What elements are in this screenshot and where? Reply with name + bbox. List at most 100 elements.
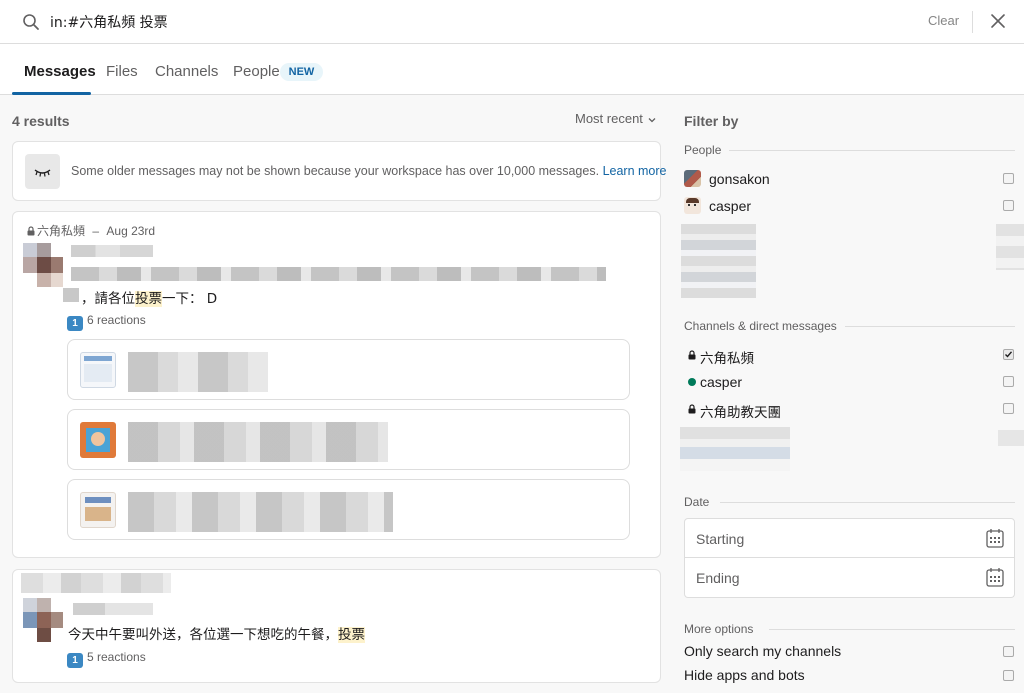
clear-button[interactable]: Clear <box>928 13 959 28</box>
attachment-thumbnail <box>80 422 116 458</box>
channels-section-label: Channels & direct messages <box>684 319 837 333</box>
attachment-card[interactable] <box>67 479 630 540</box>
divider <box>769 629 1015 630</box>
active-tab-indicator <box>12 92 91 95</box>
calendar-icon <box>986 568 1004 587</box>
divider <box>972 11 973 33</box>
date-end-label: Ending <box>696 570 740 586</box>
date-section-label: Date <box>684 495 710 509</box>
redacted-channels <box>998 430 1024 446</box>
redacted-people <box>681 224 756 298</box>
tab-channels[interactable]: Channels <box>155 63 218 80</box>
check-icon <box>1005 351 1013 358</box>
date-start-label: Starting <box>696 531 745 547</box>
older-messages-notice: Some older messages may not be shown bec… <box>12 141 667 201</box>
search-result-message[interactable]: 六角私頻 – Aug 23rd ，請各位投票一下： D 1 6 reactions <box>12 211 661 558</box>
avatar <box>684 170 701 187</box>
attachment-card[interactable] <box>67 339 630 400</box>
tab-messages[interactable]: Messages <box>24 63 96 80</box>
checkbox[interactable] <box>1003 670 1014 681</box>
new-badge: NEW <box>280 63 323 81</box>
attachment-thumbnail <box>80 492 116 528</box>
message-date: Aug 23rd <box>106 224 156 238</box>
reactions[interactable]: 1 6 reactions <box>67 313 146 331</box>
more-options-label: More options <box>684 622 754 636</box>
filter-person-label: casper <box>709 198 752 214</box>
reactions-count: 5 reactions <box>87 650 146 664</box>
redacted-text <box>71 267 606 281</box>
message-text: ，請各位投票一下： D <box>81 291 218 307</box>
filter-channel-label: 六角私頻 <box>700 351 754 367</box>
redacted-channels <box>680 427 790 471</box>
checkbox[interactable] <box>1003 173 1014 184</box>
checkbox[interactable] <box>1003 403 1014 414</box>
people-section-label: People <box>684 143 722 157</box>
divider <box>729 150 1015 151</box>
date-end-field[interactable]: Ending <box>684 558 1015 598</box>
chevron-down-icon[interactable] <box>648 116 656 124</box>
filter-title: Filter by <box>684 113 739 129</box>
filter-person-casper[interactable]: casper <box>684 195 1014 217</box>
avatar <box>684 197 701 214</box>
checkbox[interactable] <box>1003 376 1014 387</box>
avatar[interactable] <box>23 243 63 289</box>
filter-person-label: gonsakon <box>709 171 770 187</box>
filter-channel-label: 六角助教天團 <box>700 405 781 421</box>
redacted-attachment-title <box>128 492 393 532</box>
keycap-one-icon: 1 <box>67 316 83 331</box>
divider <box>720 502 1015 503</box>
online-status-icon <box>688 378 696 386</box>
highlighted-term: 投票 <box>338 627 365 643</box>
divider <box>845 326 1015 327</box>
filter-channel-liujiao-ta-team[interactable]: 六角助教天團 <box>684 398 1014 421</box>
notice-message: Some older messages may not be shown bec… <box>71 164 600 178</box>
filter-channel-label: casper <box>700 374 743 390</box>
message-context[interactable]: 六角私頻 – Aug 23rd <box>27 222 155 239</box>
highlighted-term: 投票 <box>135 291 162 307</box>
attachment-card[interactable] <box>67 409 630 470</box>
option-label: Only search my channels <box>684 643 842 659</box>
sort-dropdown[interactable]: Most recent <box>575 111 643 126</box>
redacted-people <box>996 224 1024 270</box>
checkbox[interactable] <box>1003 200 1014 211</box>
filter-dm-casper[interactable]: casper <box>684 371 1014 393</box>
lock-icon <box>688 350 696 360</box>
separator: – <box>92 224 100 238</box>
redacted-name <box>73 603 153 615</box>
tab-files[interactable]: Files <box>106 63 138 80</box>
lock-icon <box>27 226 35 236</box>
redacted-attachment-title <box>128 352 268 392</box>
tab-people[interactable]: People <box>233 63 280 80</box>
search-input[interactable] <box>50 10 870 34</box>
date-start-field[interactable]: Starting <box>684 518 1015 558</box>
keycap-one-icon: 1 <box>67 653 83 668</box>
notice-icon-box <box>25 154 60 189</box>
search-bar: Clear <box>0 0 1024 44</box>
option-hide-apps-bots[interactable]: Hide apps and bots <box>684 665 1014 687</box>
lock-icon <box>688 404 696 414</box>
search-tabs: Messages Files Channels People NEW <box>0 44 1024 95</box>
checkbox[interactable] <box>1003 646 1014 657</box>
channel-name: 六角私頻 <box>37 224 86 238</box>
reactions[interactable]: 1 5 reactions <box>67 650 146 668</box>
search-icon <box>23 14 39 30</box>
calendar-icon <box>986 529 1004 548</box>
redacted-context <box>21 573 171 593</box>
redacted-attachment-title <box>128 422 388 462</box>
reactions-count: 6 reactions <box>87 313 146 327</box>
checkbox-checked[interactable] <box>1003 349 1014 360</box>
redacted-text-start <box>63 288 79 302</box>
attachment-thumbnail <box>80 352 116 388</box>
avatar[interactable] <box>23 598 63 642</box>
option-label: Hide apps and bots <box>684 667 805 683</box>
option-only-my-channels[interactable]: Only search my channels <box>684 641 1014 663</box>
message-text: 今天中午要叫外送，各位選一下想吃的午餐，投票 <box>68 627 365 643</box>
filter-person-gonsakon[interactable]: gonsakon <box>684 168 1014 190</box>
closed-eye-icon <box>34 169 51 177</box>
search-result-message[interactable]: 今天中午要叫外送，各位選一下想吃的午餐，投票 1 5 reactions <box>12 569 661 683</box>
filter-channel-liujiao-private[interactable]: 六角私頻 <box>684 344 1014 367</box>
redacted-name <box>71 245 153 257</box>
results-count: 4 results <box>12 113 70 129</box>
learn-more-link[interactable]: Learn more <box>603 164 667 178</box>
close-icon[interactable] <box>990 13 1006 29</box>
